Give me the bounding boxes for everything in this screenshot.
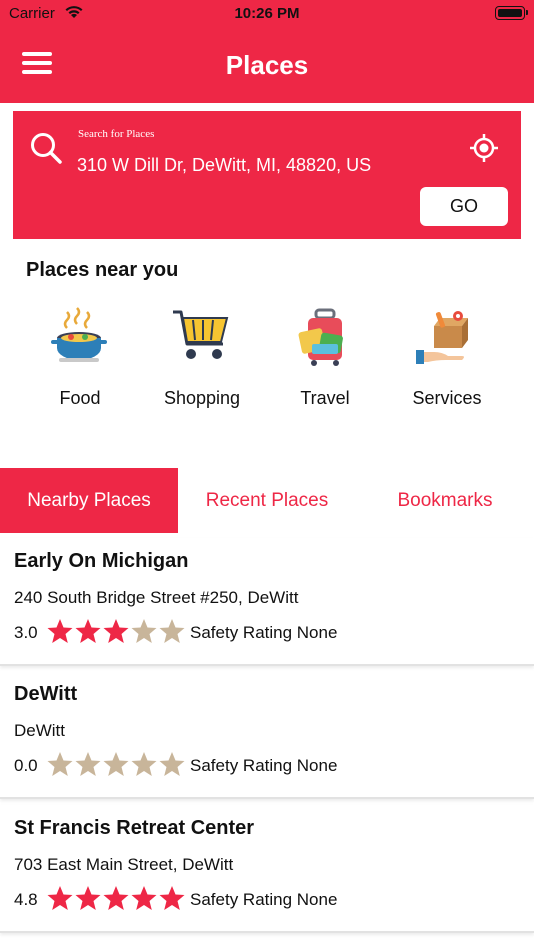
star-empty-icon [47, 751, 73, 776]
star-rating [46, 884, 186, 917]
category-food[interactable]: Food [20, 304, 140, 409]
search-input[interactable] [77, 151, 457, 179]
category-shopping[interactable]: Shopping [142, 304, 262, 409]
star-filled-icon [47, 885, 73, 910]
rating-value: 4.8 [14, 890, 38, 909]
star-rating [46, 617, 186, 650]
star-filled-icon [159, 885, 185, 910]
rating-value: 0.0 [14, 756, 38, 775]
safety-rating: Safety Rating None [190, 756, 338, 775]
star-filled-icon [103, 618, 129, 643]
tab-recent-places[interactable]: Recent Places [178, 468, 356, 533]
places-near-you-heading: Places near you [26, 259, 179, 281]
star-filled-icon [47, 618, 73, 643]
services-box-icon [412, 304, 482, 374]
place-name: St Francis Retreat Center [14, 817, 255, 839]
place-name: DeWitt [14, 683, 78, 705]
search-icon [29, 131, 65, 172]
star-empty-icon [131, 618, 157, 643]
place-list-item[interactable]: DeWitt DeWitt 0.0 Safety Rating None [0, 671, 534, 799]
category-label: Travel [300, 388, 350, 408]
place-list-item[interactable]: St Francis Retreat Center 703 East Main … [0, 805, 534, 933]
place-address: 240 South Bridge Street #250, DeWitt [14, 588, 299, 607]
search-panel: Search for Places GO [13, 111, 521, 239]
star-rating [46, 750, 186, 783]
star-filled-icon [103, 885, 129, 910]
battery-icon [495, 6, 528, 20]
page-title: Places [225, 50, 309, 80]
star-empty-icon [103, 751, 129, 776]
star-empty-icon [159, 751, 185, 776]
go-button[interactable]: GO [420, 187, 508, 226]
star-empty-icon [159, 618, 185, 643]
tab-bookmarks[interactable]: Bookmarks [356, 468, 534, 533]
rating-row: 3.0 Safety Rating None [14, 618, 337, 648]
safety-rating: Safety Rating None [190, 890, 338, 909]
safety-rating: Safety Rating None [190, 623, 338, 642]
place-address: 703 East Main Street, DeWitt [14, 855, 234, 874]
star-filled-icon [131, 885, 157, 910]
place-name: Early On Michigan [14, 550, 189, 572]
star-empty-icon [75, 751, 101, 776]
place-list-item[interactable]: Early On Michigan 240 South Bridge Stree… [0, 538, 534, 666]
star-filled-icon [75, 618, 101, 643]
category-label: Food [59, 388, 101, 408]
clock: 10:26 PM [234, 5, 300, 22]
rating-row: 0.0 Safety Rating None [14, 751, 337, 781]
category-label: Shopping [163, 388, 241, 408]
rating-value: 3.0 [14, 623, 38, 642]
shopping-cart-icon [167, 304, 237, 374]
category-travel[interactable]: Travel [265, 304, 385, 409]
category-services[interactable]: Services [387, 304, 507, 409]
places-tab-bar: Nearby Places Recent Places Bookmarks [0, 468, 534, 533]
food-pot-icon [45, 304, 115, 374]
tab-nearby-places[interactable]: Nearby Places [0, 468, 178, 533]
status-bar: Carrier 10:26 PM [0, 0, 534, 28]
star-empty-icon [131, 751, 157, 776]
luggage-icon [290, 304, 360, 374]
place-address: DeWitt [14, 721, 65, 740]
category-label: Services [412, 388, 482, 408]
star-filled-icon [75, 885, 101, 910]
nav-bar: Places [0, 28, 534, 103]
rating-row: 4.8 Safety Rating None [14, 885, 337, 915]
current-location-icon[interactable] [469, 133, 499, 168]
search-label: Search for Places [78, 128, 155, 140]
